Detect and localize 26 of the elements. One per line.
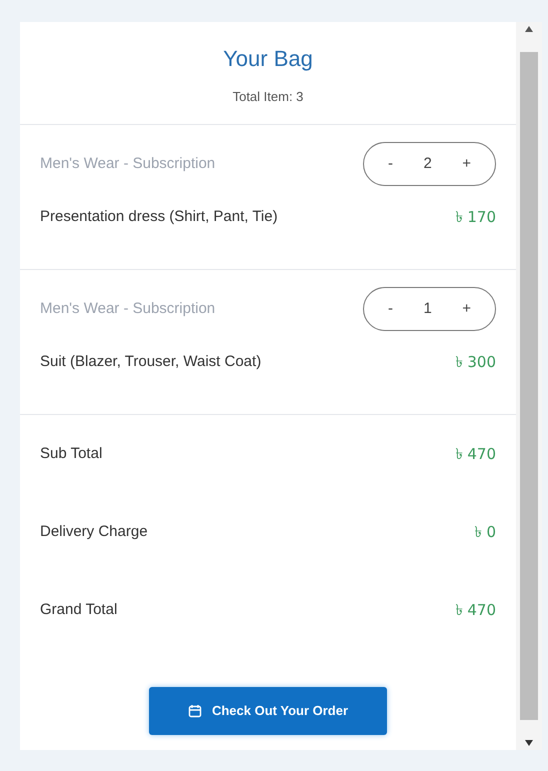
item-category: Men's Wear - Subscription <box>40 154 216 174</box>
scroll-down-icon[interactable] <box>525 740 533 746</box>
item-category: Men's Wear - Subscription <box>40 298 216 319</box>
item-name: Presentation dress (Shirt, Pant, Tie) <box>40 207 278 227</box>
increase-button[interactable]: + <box>462 152 471 176</box>
checkout-button[interactable]: Check Out Your Order <box>149 687 387 735</box>
item-price: ৳ 300 <box>456 352 496 373</box>
scrollbar[interactable] <box>516 22 542 750</box>
summary-label: Sub Total <box>40 444 102 464</box>
decrease-button[interactable]: - <box>388 152 393 176</box>
summary-value: ৳ 470 <box>456 444 496 465</box>
decrease-button[interactable]: - <box>388 298 393 320</box>
summary-value: ৳ 0 <box>474 522 496 543</box>
item-price: ৳ 170 <box>456 207 496 228</box>
scroll-up-icon[interactable] <box>525 26 533 32</box>
bag-title: Your Bag <box>223 45 313 73</box>
total-items: Total Item: 3 <box>232 88 304 106</box>
summary-label: Delivery Charge <box>40 522 148 542</box>
increase-button[interactable]: + <box>462 298 471 320</box>
item-name: Suit (Blazer, Trouser, Waist Coat) <box>40 352 262 372</box>
summary-value: ৳ 470 <box>456 600 496 621</box>
calendar-icon <box>188 704 202 718</box>
quantity-value: 1 <box>423 298 432 319</box>
summary-label: Grand Total <box>40 600 118 620</box>
quantity-value: 2 <box>423 154 432 174</box>
scrollbar-thumb[interactable] <box>520 52 538 720</box>
